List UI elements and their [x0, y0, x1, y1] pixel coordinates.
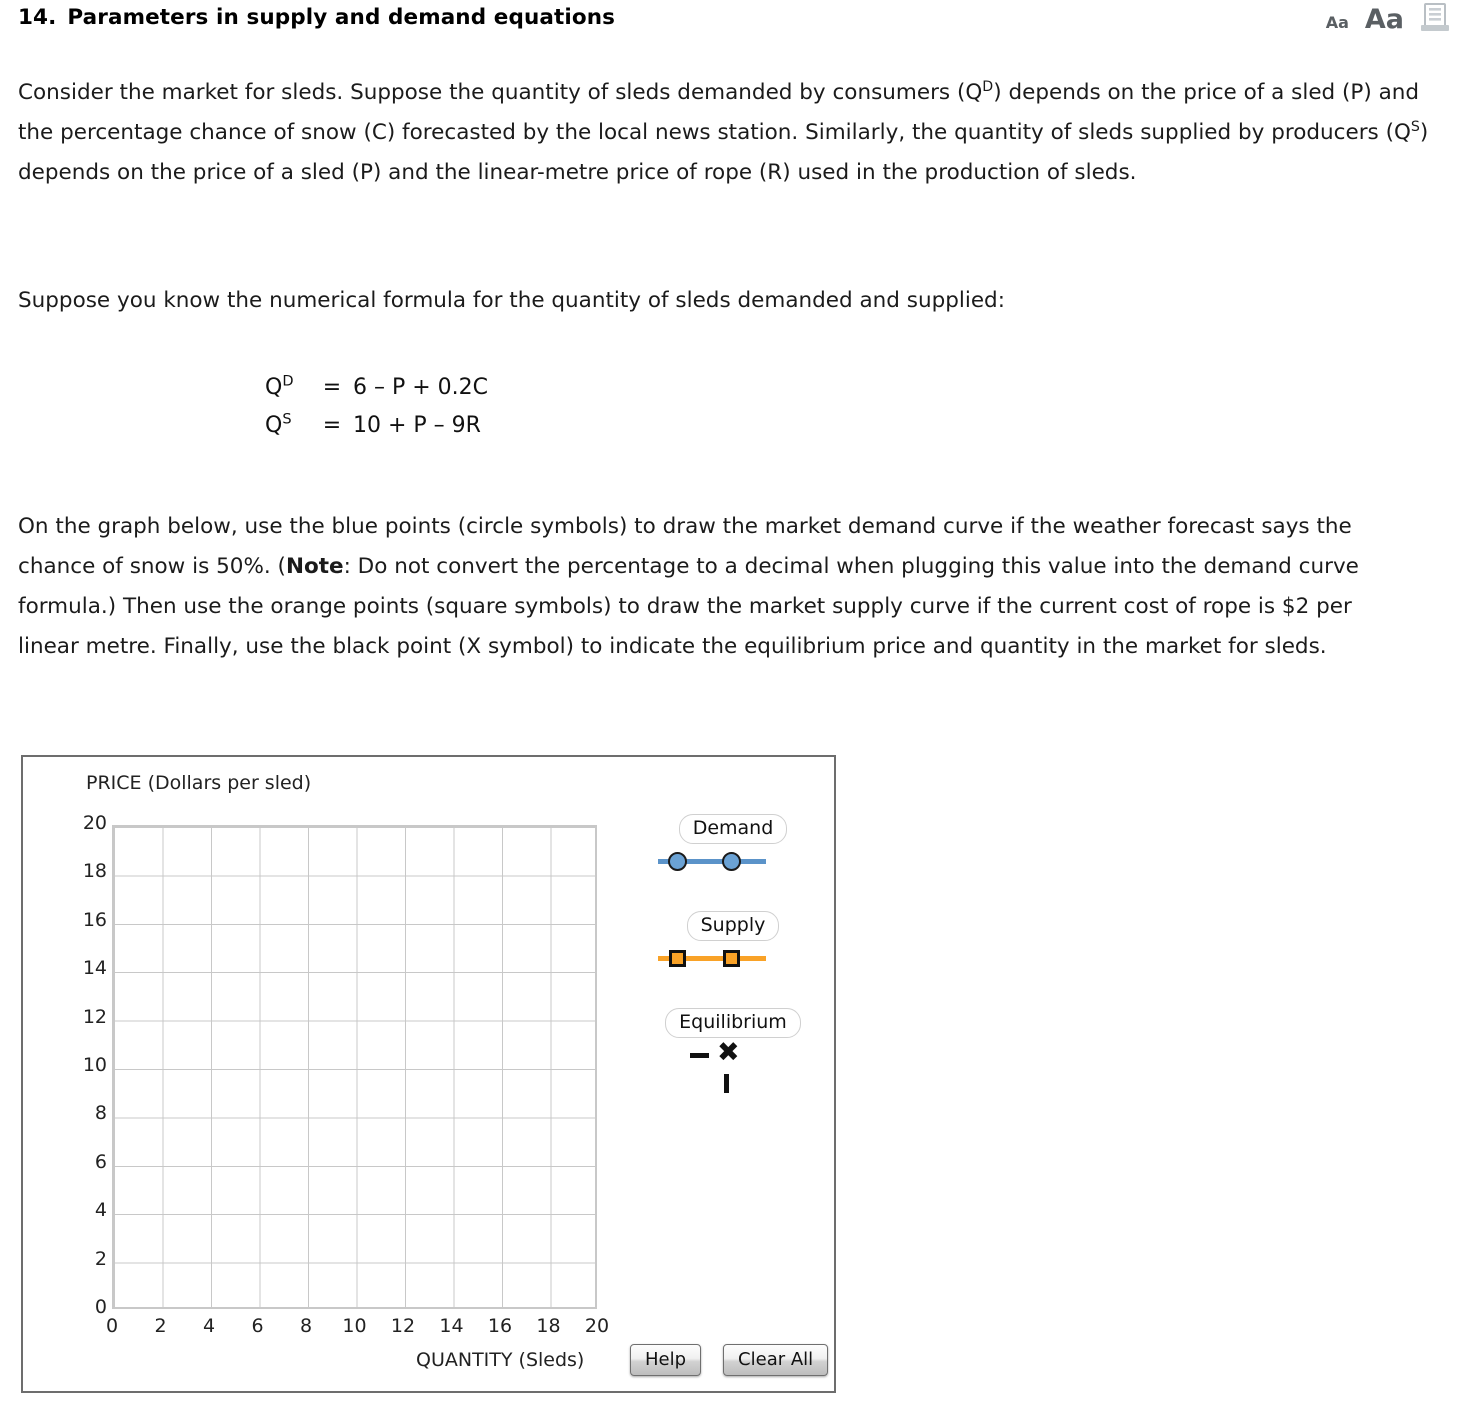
- x-tick-0: 0: [105, 1315, 119, 1337]
- legend-supply-label[interactable]: Supply: [686, 911, 780, 941]
- clear-all-button[interactable]: Clear All: [723, 1344, 829, 1376]
- x-tick-2: 2: [154, 1315, 167, 1337]
- y-tick-10: 10: [82, 1054, 107, 1076]
- x-axis-title: QUANTITY (Sleds): [416, 1349, 585, 1371]
- supply-square-marker-1: [669, 950, 686, 967]
- demand-equation-rhs: 6 – P + 0.2C: [353, 375, 489, 400]
- superscript-s: S: [1410, 118, 1420, 135]
- equilibrium-horizontal-dash: [690, 1053, 709, 1058]
- x-tick-18: 18: [536, 1315, 561, 1337]
- y-tick-6: 6: [94, 1150, 107, 1173]
- y-axis-ticks: 20 18 16 14 12 10 8 6 4 2 0: [45, 812, 107, 1318]
- increase-font-size-button[interactable]: Aa: [1365, 4, 1404, 33]
- x-tick-4: 4: [202, 1315, 216, 1337]
- y-tick-14: 14: [82, 957, 107, 980]
- y-tick-20: 20: [82, 812, 107, 834]
- print-icon[interactable]: [1420, 2, 1450, 34]
- formula-lead-paragraph: Suppose you know the numerical formula f…: [18, 288, 1005, 313]
- demand-circle-marker-2: [722, 852, 741, 871]
- intro-text-a: Consider the market for sleds. Suppose t…: [18, 80, 983, 105]
- superscript-d: D: [982, 78, 994, 95]
- x-tick-6: 6: [251, 1315, 264, 1337]
- intro-paragraph: Consider the market for sleds. Suppose t…: [18, 73, 1448, 193]
- supply-square-marker-2: [723, 950, 740, 967]
- equilibrium-vertical-dash: [724, 1074, 729, 1093]
- y-axis-title: PRICE (Dollars per sled): [86, 772, 312, 794]
- supply-equation: QS = 10 + P – 9R: [265, 407, 488, 445]
- x-tick-8: 8: [299, 1315, 313, 1337]
- demand-circle-marker-1: [668, 852, 687, 871]
- y-tick-12: 12: [82, 1005, 107, 1028]
- decrease-font-size-button[interactable]: Aa: [1326, 5, 1349, 31]
- y-tick-18: 18: [82, 860, 107, 883]
- legend-equilibrium-label[interactable]: Equilibrium: [665, 1008, 801, 1038]
- legend-demand-symbol: [638, 847, 828, 875]
- legend-demand-label-row: Demand: [638, 814, 828, 844]
- supply-equation-lhs: QS: [265, 407, 311, 445]
- legend-demand-label[interactable]: Demand: [678, 814, 788, 844]
- chart-legend: Demand Supply Equilibrium ✖: [638, 814, 828, 1124]
- question-header: 14. Parameters in supply and demand equat…: [0, 0, 1458, 46]
- legend-supply[interactable]: Supply: [638, 911, 828, 972]
- x-axis-ticks: 0 2 4 6 8 10 12 14 16 18 20: [106, 1315, 609, 1341]
- question-page: 14. Parameters in supply and demand equat…: [0, 0, 1458, 1421]
- help-button[interactable]: Help: [630, 1344, 702, 1376]
- legend-equilibrium-label-row: Equilibrium: [638, 1008, 828, 1038]
- supply-equation-rhs: 10 + P – 9R: [353, 413, 481, 438]
- supply-superscript: S: [282, 411, 292, 428]
- question-number: 14.: [18, 5, 57, 30]
- x-tick-10: 10: [342, 1315, 367, 1337]
- demand-equation-lhs: QD: [265, 369, 311, 407]
- legend-equilibrium-symbol: ✖: [638, 1037, 828, 1094]
- page-title: 14. Parameters in supply and demand equat…: [18, 5, 615, 30]
- x-tick-16: 16: [487, 1315, 513, 1337]
- plot-area[interactable]: [112, 825, 597, 1309]
- equilibrium-x-icon: ✖: [717, 1037, 740, 1068]
- header-tools: Aa Aa: [1326, 2, 1450, 34]
- equation-block: QD = 6 – P + 0.2C QS = 10 + P – 9R: [265, 369, 488, 445]
- supply-q-symbol: Q: [265, 413, 283, 438]
- demand-superscript: D: [282, 373, 294, 390]
- y-tick-16: 16: [82, 908, 107, 931]
- x-tick-14: 14: [439, 1315, 464, 1337]
- demand-equation: QD = 6 – P + 0.2C: [265, 369, 488, 407]
- legend-supply-symbol: [638, 944, 828, 972]
- demand-q-symbol: Q: [265, 375, 283, 400]
- y-tick-2: 2: [94, 1247, 107, 1270]
- note-label: Note: [285, 554, 344, 579]
- y-tick-4: 4: [94, 1199, 107, 1222]
- supply-equals-sign: =: [322, 413, 342, 438]
- demand-equals-sign: =: [322, 375, 342, 400]
- legend-supply-label-row: Supply: [638, 911, 828, 941]
- instruction-paragraph: On the graph below, use the blue points …: [18, 507, 1418, 667]
- legend-equilibrium[interactable]: Equilibrium ✖: [638, 1008, 828, 1094]
- graph-widget[interactable]: PRICE (Dollars per sled) 20 18 16 14 12 10 8 6 4…: [21, 755, 836, 1393]
- question-title-text: Parameters in supply and demand equation…: [67, 5, 615, 30]
- graph-controls: Help Clear All: [630, 1344, 829, 1376]
- y-tick-8: 8: [94, 1102, 107, 1125]
- legend-demand[interactable]: Demand: [638, 814, 828, 875]
- x-tick-12: 12: [390, 1315, 416, 1337]
- x-tick-20: 20: [584, 1315, 610, 1337]
